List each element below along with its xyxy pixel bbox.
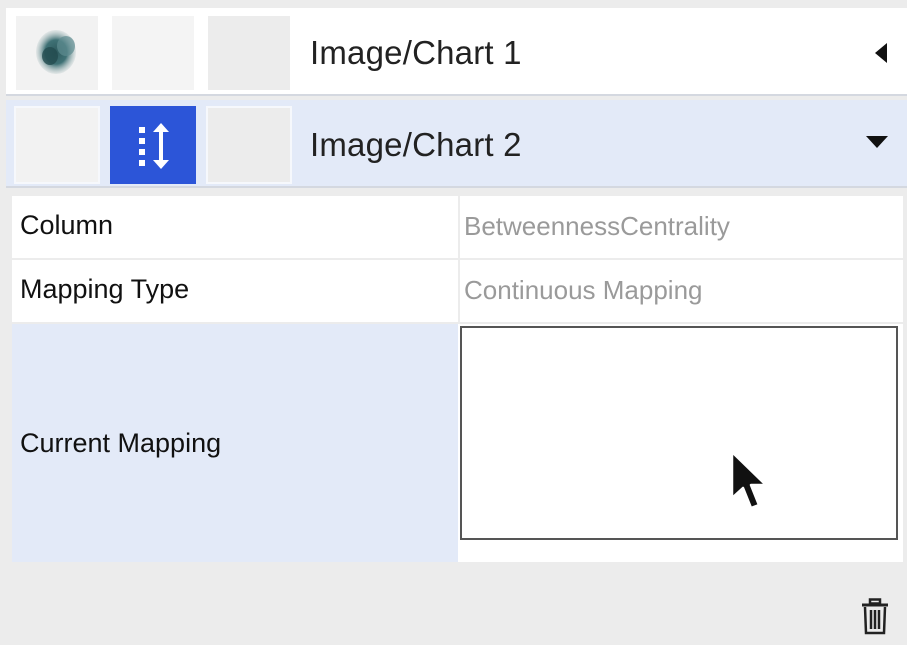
column-divider — [458, 196, 460, 258]
current-mapping-label: Current Mapping — [20, 428, 222, 458]
property-title: Image/Chart 1 — [310, 34, 522, 71]
mapping-cell[interactable] — [110, 14, 196, 92]
bypass-cell[interactable] — [206, 14, 292, 92]
continuous-mapping-icon — [139, 123, 169, 169]
column-label: Column — [20, 210, 114, 240]
mapping-type-select[interactable]: Continuous Mapping — [464, 275, 703, 306]
mapping-cell[interactable] — [110, 106, 196, 184]
visual-property-panel: Image/Chart 1 Image/Chart 2 Column Betwe… — [6, 8, 907, 645]
triangle-left-icon[interactable] — [873, 42, 889, 69]
mapping-type-label: Mapping Type — [20, 274, 190, 304]
triangle-down-icon[interactable] — [865, 134, 889, 155]
mapping-type-divider — [458, 260, 460, 322]
mouse-pointer-icon — [730, 450, 768, 510]
property-row-image-chart-2[interactable]: Image/Chart 2 — [6, 100, 907, 188]
continuous-mapping-editor[interactable] — [460, 326, 898, 540]
current-mapping-row: Current Mapping — [12, 324, 903, 562]
mapping-type-row: Mapping Type Continuous Mapping — [12, 260, 903, 324]
bypass-cell[interactable] — [206, 106, 292, 184]
property-row-image-chart-1[interactable]: Image/Chart 1 — [6, 8, 907, 96]
default-value-cell[interactable] — [14, 14, 100, 92]
image-thumbnail-icon — [36, 30, 76, 74]
trash-icon[interactable] — [860, 598, 890, 641]
default-value-cell[interactable] — [14, 106, 100, 184]
property-title: Image/Chart 2 — [310, 126, 522, 163]
column-value-select[interactable]: BetweennessCentrality — [464, 211, 730, 242]
column-row: Column BetweennessCentrality — [12, 196, 903, 260]
mapping-details-table: Column BetweennessCentrality Mapping Typ… — [12, 196, 903, 562]
